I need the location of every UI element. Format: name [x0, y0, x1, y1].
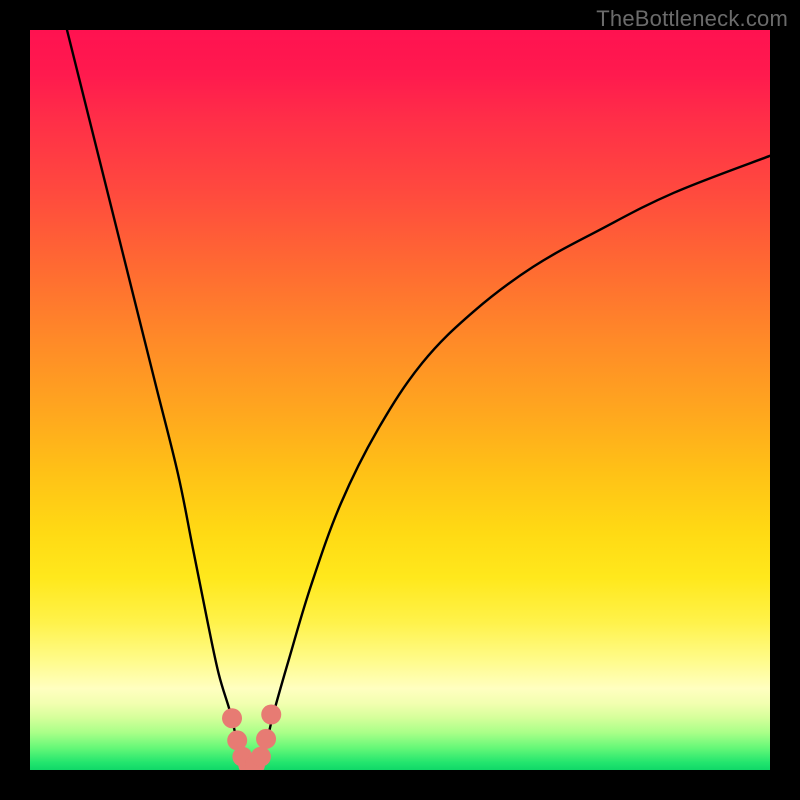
- watermark-text: TheBottleneck.com: [596, 6, 788, 32]
- curve-layer: [30, 30, 770, 770]
- chart-frame: TheBottleneck.com: [0, 0, 800, 800]
- marker-group: [222, 705, 281, 771]
- highlight-dot: [256, 729, 276, 749]
- plot-area: [30, 30, 770, 770]
- highlight-dot: [251, 747, 271, 767]
- bottleneck-curve: [67, 30, 770, 767]
- highlight-dot: [261, 705, 281, 725]
- highlight-dot: [222, 708, 242, 728]
